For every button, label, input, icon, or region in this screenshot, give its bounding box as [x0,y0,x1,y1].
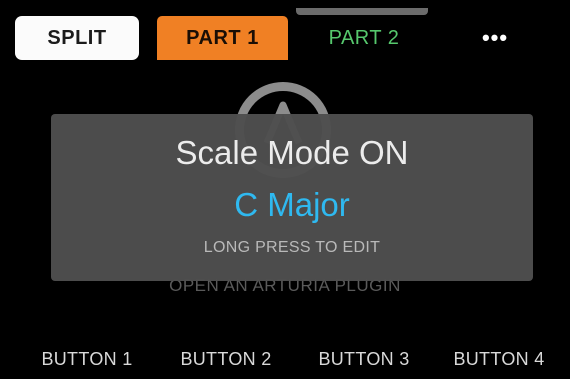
scale-value: C Major [234,186,350,223]
button-2[interactable]: BUTTON 2 [161,342,291,376]
tab-split[interactable]: SPLIT [15,16,139,60]
device-screen: SPLIT PART 1 PART 2 ••• OPEN AN ARTURIA … [0,0,570,379]
part2-indicator [296,8,428,15]
tab-bar: SPLIT PART 1 PART 2 ••• [0,8,570,60]
button-4[interactable]: BUTTON 4 [434,342,564,376]
tab-part1[interactable]: PART 1 [157,16,288,60]
scale-mode-popup[interactable]: Scale Mode ON C Major LONG PRESS TO EDIT [51,114,533,281]
popup-hint: LONG PRESS TO EDIT [203,239,381,256]
popup-title: Scale Mode ON [175,134,409,171]
tab-part2[interactable]: PART 2 [302,16,426,60]
bottom-button-bar: BUTTON 1 BUTTON 2 BUTTON 3 BUTTON 4 [0,342,570,376]
button-1[interactable]: BUTTON 1 [22,342,152,376]
more-options-icon[interactable]: ••• [436,16,554,60]
button-3[interactable]: BUTTON 3 [299,342,429,376]
